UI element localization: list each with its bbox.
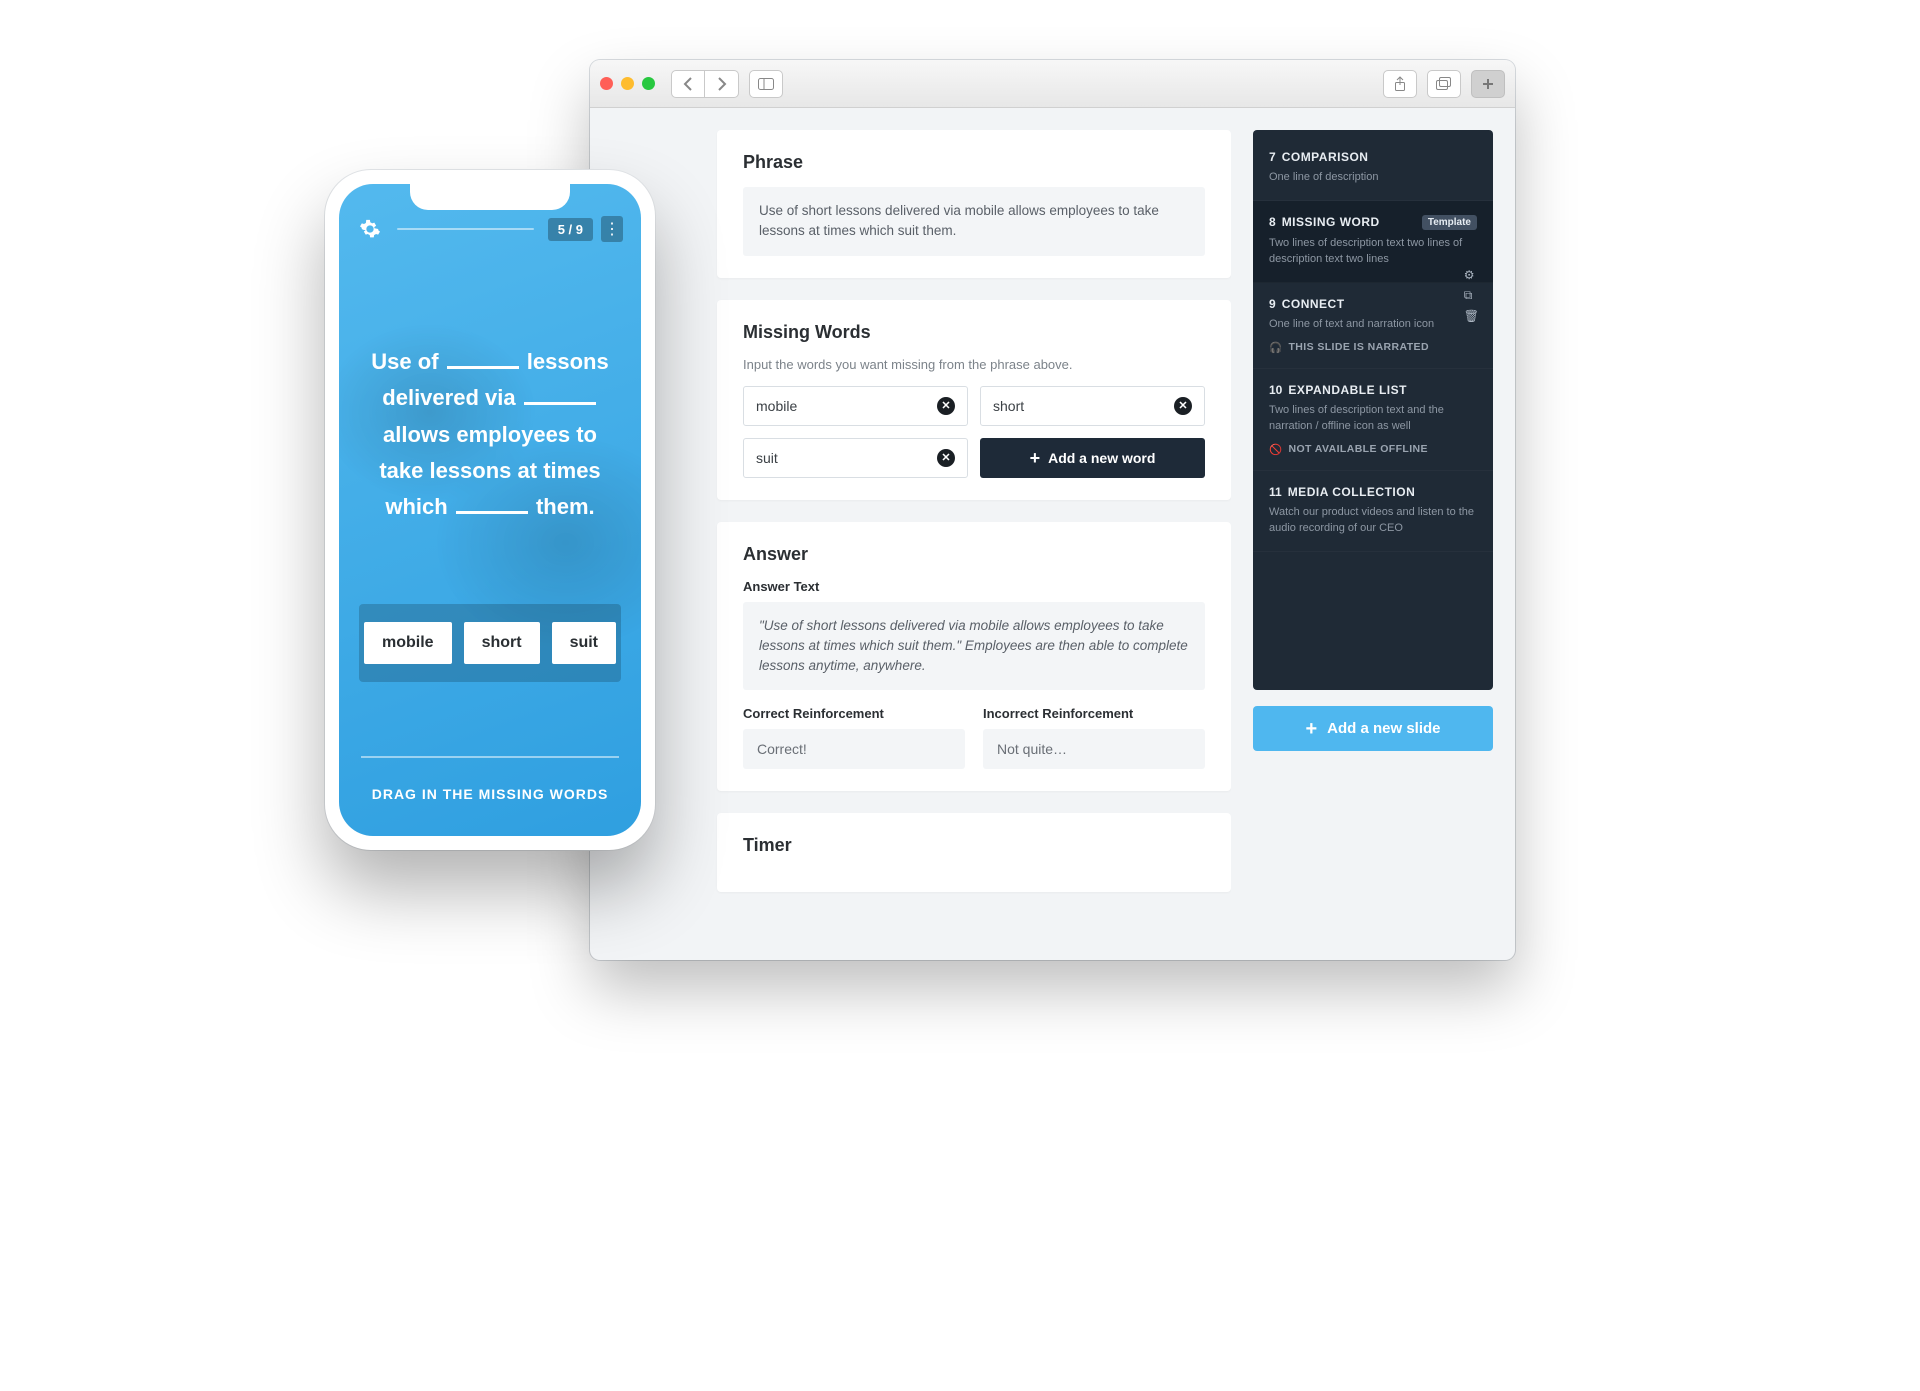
blank-slot[interactable]: [447, 366, 519, 369]
tabs-button[interactable]: [1427, 70, 1461, 98]
missing-word-chip[interactable]: mobile ✕: [743, 386, 968, 426]
slide-description: Two lines of description text and the na…: [1269, 403, 1477, 435]
missing-word-chip[interactable]: suit ✕: [743, 438, 968, 478]
slide-meta-label: THIS SLIDE IS NARRATED: [1288, 341, 1428, 353]
missing-word-label: suit: [756, 450, 778, 466]
progress-indicator: [397, 228, 534, 230]
slide-title: CONNECT: [1282, 297, 1345, 311]
incorrect-reinforcement-label: Incorrect Reinforcement: [983, 706, 1205, 721]
sidebar-toggle-button[interactable]: [749, 70, 783, 98]
slide-number: 8: [1269, 215, 1276, 229]
share-button[interactable]: [1383, 70, 1417, 98]
missing-words-help: Input the words you want missing from th…: [743, 357, 1205, 372]
close-window-icon[interactable]: [600, 77, 613, 90]
correct-reinforcement-label: Correct Reinforcement: [743, 706, 965, 721]
slide-title: EXPANDABLE LIST: [1288, 383, 1407, 397]
answer-panel: Answer Answer Text "Use of short lessons…: [717, 522, 1231, 792]
add-word-button[interactable]: + Add a new word: [980, 438, 1205, 478]
blank-slot[interactable]: [524, 402, 596, 405]
divider: [361, 756, 619, 758]
remove-word-icon[interactable]: ✕: [937, 449, 955, 467]
slide-number: 11: [1269, 485, 1282, 499]
zoom-window-icon[interactable]: [642, 77, 655, 90]
kebab-menu-icon[interactable]: ⋮: [601, 216, 623, 242]
add-word-label: Add a new word: [1048, 450, 1155, 466]
add-slide-button[interactable]: + Add a new slide: [1253, 706, 1493, 751]
lesson-phrase: Use of lessons delivered via allows empl…: [363, 344, 617, 525]
instruction-label: DRAG IN THE MISSING WORDS: [339, 786, 641, 802]
slide-list-item[interactable]: 9 CONNECT One line of text and narration i…: [1253, 283, 1493, 369]
phrase-panel: Phrase Use of short lessons delivered vi…: [717, 130, 1231, 278]
slide-title: COMPARISON: [1282, 150, 1369, 164]
slide-list-item[interactable]: 7 COMPARISON One line of description: [1253, 136, 1493, 201]
slide-description: One line of text and narration icon: [1269, 317, 1477, 333]
blank-slot[interactable]: [456, 511, 528, 514]
phrase-text[interactable]: Use of short lessons delivered via mobil…: [743, 187, 1205, 256]
add-slide-label: Add a new slide: [1327, 720, 1440, 737]
slide-sidebar: 7 COMPARISON One line of description 8 MISSI…: [1253, 130, 1493, 938]
browser-window: Phrase Use of short lessons delivered vi…: [590, 60, 1515, 960]
correct-reinforcement-input[interactable]: Correct!: [743, 729, 965, 769]
phone-notch: [410, 184, 570, 210]
missing-word-label: short: [993, 398, 1024, 414]
forward-button[interactable]: [705, 70, 739, 98]
draggable-word[interactable]: mobile: [364, 622, 452, 664]
slide-title: MEDIA COLLECTION: [1288, 485, 1416, 499]
slide-list[interactable]: 7 COMPARISON One line of description 8 MISSI…: [1253, 130, 1493, 690]
draggable-word[interactable]: suit: [552, 622, 616, 664]
slide-description: Two lines of description text two lines …: [1269, 236, 1477, 268]
slide-description: One line of description: [1269, 170, 1477, 186]
editor-main-column: Phrase Use of short lessons delivered vi…: [612, 130, 1231, 938]
browser-titlebar: [590, 60, 1515, 108]
incorrect-reinforcement-input[interactable]: Not quite…: [983, 729, 1205, 769]
phone-screen: 5 / 9 ⋮ Use of lessons delivered via all…: [339, 184, 641, 836]
minimize-window-icon[interactable]: [621, 77, 634, 90]
word-tray: mobile short suit: [359, 604, 621, 682]
gear-icon[interactable]: [357, 216, 383, 242]
timer-panel: Timer: [717, 813, 1231, 892]
remove-word-icon[interactable]: ✕: [937, 397, 955, 415]
phone-mockup: 5 / 9 ⋮ Use of lessons delivered via all…: [325, 170, 655, 850]
phrase-heading: Phrase: [743, 152, 1205, 173]
slide-number: 9: [1269, 297, 1276, 311]
window-controls: [600, 77, 655, 90]
slide-number: 7: [1269, 150, 1276, 164]
slide-list-item[interactable]: 10 EXPANDABLE LIST Two lines of descriptio…: [1253, 369, 1493, 471]
gear-icon[interactable]: ⚙: [1464, 268, 1479, 282]
remove-word-icon[interactable]: ✕: [1174, 397, 1192, 415]
slide-meta-label: NOT AVAILABLE OFFLINE: [1288, 443, 1427, 455]
answer-text-label: Answer Text: [743, 579, 1205, 594]
slide-list-item[interactable]: 11 MEDIA COLLECTION Watch our product vide…: [1253, 471, 1493, 552]
missing-word-chip[interactable]: short ✕: [980, 386, 1205, 426]
new-tab-button[interactable]: [1471, 70, 1505, 98]
back-button[interactable]: [671, 70, 705, 98]
offline-icon: 🚫: [1269, 443, 1282, 456]
missing-words-heading: Missing Words: [743, 322, 1205, 343]
page-indicator: 5 / 9: [548, 218, 593, 241]
template-badge: Template: [1422, 215, 1477, 230]
missing-words-panel: Missing Words Input the words you want m…: [717, 300, 1231, 500]
headphones-icon: 🎧: [1269, 341, 1282, 354]
answer-heading: Answer: [743, 544, 1205, 565]
slide-title: MISSING WORD: [1282, 215, 1380, 229]
timer-heading: Timer: [743, 835, 1205, 856]
answer-text[interactable]: "Use of short lessons delivered via mobi…: [743, 602, 1205, 691]
draggable-word[interactable]: short: [464, 622, 540, 664]
missing-word-label: mobile: [756, 398, 797, 414]
slide-description: Watch our product videos and listen to t…: [1269, 505, 1477, 537]
slide-number: 10: [1269, 383, 1282, 397]
slide-list-item[interactable]: 8 MISSING WORD Template Two lines of descri…: [1253, 201, 1493, 283]
